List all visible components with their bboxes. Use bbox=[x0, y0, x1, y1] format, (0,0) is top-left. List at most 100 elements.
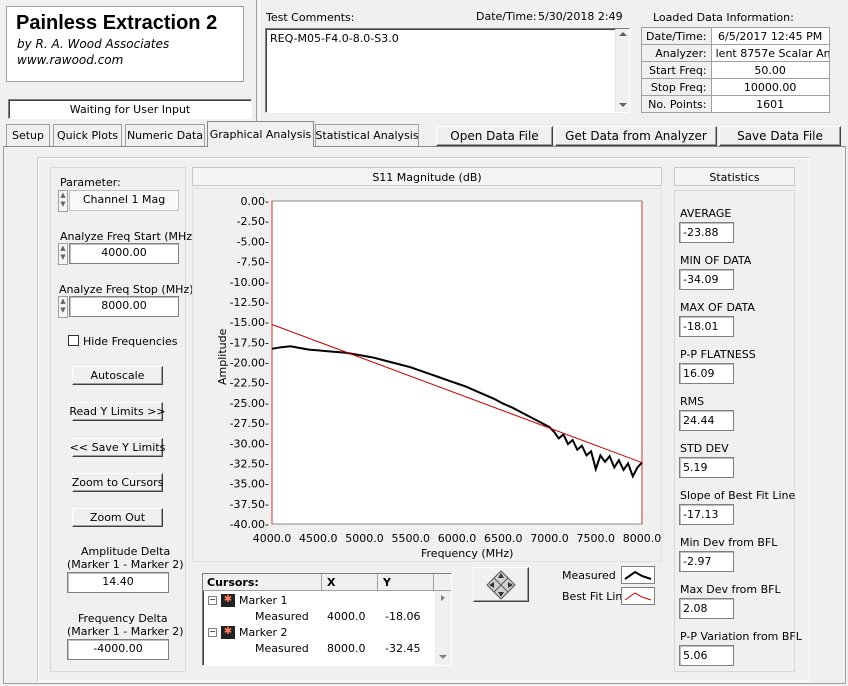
parameter-spinner[interactable]: ▲ ▼ bbox=[58, 190, 68, 212]
x-tick-label: 4000.0 bbox=[253, 532, 292, 545]
y-tick-label: -20.00- bbox=[230, 357, 269, 370]
stat-pp-variation-label: P-P Variation from BFL bbox=[680, 630, 802, 643]
open-data-file-button[interactable]: Open Data File bbox=[436, 126, 553, 146]
plot-area[interactable] bbox=[271, 200, 643, 525]
stat-max-label: MAX OF DATA bbox=[680, 301, 755, 314]
stat-std-dev-value: 5.19 bbox=[679, 457, 734, 478]
read-y-limits-button[interactable]: Read Y Limits >> bbox=[69, 402, 166, 421]
stat-slope-value: -17.13 bbox=[679, 504, 734, 525]
start-freq-spinner[interactable]: ▲ ▼ bbox=[58, 243, 68, 265]
marker1-name[interactable]: Marker 1 bbox=[239, 594, 288, 607]
expand-marker1-icon[interactable]: − bbox=[208, 596, 217, 605]
loaded-key: Stop Freq: bbox=[641, 78, 712, 96]
legend-measured-swatch[interactable] bbox=[621, 566, 655, 584]
app-title: Painless Extraction 2 bbox=[16, 12, 218, 34]
y-tick-label: -32.50- bbox=[230, 457, 269, 470]
stat-min-dev-value: -2.97 bbox=[679, 551, 734, 572]
tab-numeric-data[interactable]: Numeric Data bbox=[125, 124, 205, 146]
chart-title: S11 Magnitude (dB) bbox=[372, 171, 482, 184]
app-author: by R. A. Wood Associates bbox=[17, 37, 170, 51]
y-tick-label: -7.50- bbox=[237, 256, 269, 269]
scroll-down-arrow-icon[interactable] bbox=[619, 103, 627, 107]
marker2-y: -32.45 bbox=[385, 642, 421, 655]
loaded-info-table: Date/Time: 6/5/2017 12:45 PM Analyzer: len… bbox=[641, 27, 830, 113]
parameter-select[interactable]: Channel 1 Mag bbox=[69, 190, 179, 211]
stat-min-label: MIN OF DATA bbox=[680, 254, 752, 267]
loaded-key: No. Points: bbox=[641, 95, 712, 113]
tab-graphical-analysis[interactable]: Graphical Analysis bbox=[207, 121, 314, 147]
autoscale-button[interactable]: Autoscale bbox=[72, 366, 163, 385]
datetime-label: Date/Time: bbox=[476, 10, 537, 23]
y-tick-label: -17.50- bbox=[230, 336, 269, 349]
marker1-x: 4000.0 bbox=[327, 610, 366, 623]
start-freq-input[interactable]: 4000.00 bbox=[69, 243, 179, 264]
zoom-to-cursors-button[interactable]: Zoom to Cursors bbox=[72, 473, 163, 492]
stat-max-dev-value: 2.08 bbox=[679, 598, 734, 619]
stop-freq-input[interactable]: 8000.00 bbox=[69, 296, 179, 317]
stat-average-value: -23.88 bbox=[679, 222, 734, 243]
cursors-header: Cursors: X Y bbox=[203, 574, 451, 591]
y-tick-label: -2.50- bbox=[237, 215, 269, 228]
cursors-header-x: X bbox=[327, 576, 336, 589]
cursors-table[interactable]: Cursors: X Y − ✱ Marker 1 Measured 4000.… bbox=[202, 573, 452, 666]
stat-max-dev-label: Max Dev from BFL bbox=[680, 583, 781, 596]
save-y-limits-button[interactable]: << Save Y Limits bbox=[70, 438, 165, 457]
y-tick-label: -37.50- bbox=[230, 498, 269, 511]
chart-title-bar: S11 Magnitude (dB) bbox=[192, 167, 662, 186]
legend-bestfit-label: Best Fit Line bbox=[562, 590, 630, 603]
stat-rms-value: 24.44 bbox=[679, 410, 734, 431]
marker2-name[interactable]: Marker 2 bbox=[239, 626, 288, 639]
stop-freq-spinner[interactable]: ▲ ▼ bbox=[58, 296, 68, 318]
get-data-from-analyzer-button[interactable]: Get Data from Analyzer bbox=[555, 126, 717, 146]
cursors-header-y: Y bbox=[383, 576, 391, 589]
hide-frequencies-checkbox[interactable] bbox=[68, 335, 79, 346]
y-tick-label: -27.50- bbox=[230, 417, 269, 430]
x-tick-label: 8000.0 bbox=[623, 532, 662, 545]
parameter-label: Parameter: bbox=[60, 176, 121, 189]
comments-textarea[interactable]: REQ-M05-F4.0-8.0-S3.0 bbox=[265, 28, 630, 113]
s11-chart[interactable]: 0.00- -2.50- -5.00- -7.50- -10.00- -12.50- -15… bbox=[193, 189, 663, 563]
scroll-down-arrow-icon[interactable] bbox=[439, 655, 447, 659]
loaded-value: 10000.00 bbox=[710, 78, 830, 96]
scroll-up-arrow-icon[interactable] bbox=[619, 32, 627, 36]
tab-statistical-analysis[interactable]: Statistical Analysis bbox=[315, 124, 419, 146]
x-tick-label: 5000.0 bbox=[345, 532, 384, 545]
save-data-file-button[interactable]: Save Data File bbox=[719, 126, 841, 146]
stat-min-dev-label: Min Dev from BFL bbox=[680, 536, 778, 549]
loaded-row: Stop Freq: 10000.00 bbox=[641, 78, 830, 96]
statistics-title: Statistics bbox=[709, 171, 760, 184]
amp-delta-value: 14.40 bbox=[67, 572, 169, 593]
zoom-out-button[interactable]: Zoom Out bbox=[72, 508, 163, 527]
tab-setup[interactable]: Setup bbox=[6, 124, 50, 146]
hide-frequencies-label: Hide Frequencies bbox=[83, 335, 178, 348]
start-freq-label: Analyze Freq Start (MHz) bbox=[60, 230, 197, 243]
comments-label: Test Comments: bbox=[266, 11, 355, 24]
chart-frame: 0.00- -2.50- -5.00- -7.50- -10.00- -12.50- -15… bbox=[192, 188, 662, 562]
x-tick-label: 4500.0 bbox=[299, 532, 338, 545]
stat-pp-flatness-value: 16.09 bbox=[679, 363, 734, 384]
loaded-key: Date/Time: bbox=[641, 27, 712, 45]
datetime-value: 5/30/2018 2:49 bbox=[538, 10, 623, 23]
stat-max-value: -18.01 bbox=[679, 316, 734, 337]
cursor-move-pad[interactable] bbox=[473, 567, 529, 602]
scroll-right-arrow-icon[interactable] bbox=[441, 595, 445, 601]
y-tick-label: -25.00- bbox=[230, 397, 269, 410]
x-tick-label: 7000.0 bbox=[530, 532, 569, 545]
cursors-scrollbar[interactable] bbox=[435, 591, 451, 665]
y-axis-label: Amplitude bbox=[216, 328, 229, 385]
app-url: www.rawood.com bbox=[17, 53, 124, 67]
y-tick-label: -5.00- bbox=[237, 235, 269, 248]
x-tick-label: 6500.0 bbox=[484, 532, 523, 545]
expand-marker2-icon[interactable]: − bbox=[208, 628, 217, 637]
legend-bestfit-swatch[interactable] bbox=[621, 587, 655, 605]
stat-std-dev-label: STD DEV bbox=[680, 442, 729, 455]
x-tick-label: 7500.0 bbox=[577, 532, 616, 545]
comments-scrollbar[interactable] bbox=[615, 29, 629, 112]
freq-delta-sublabel: (Marker 1 - Marker 2) bbox=[67, 625, 184, 638]
move-diamond-icon[interactable] bbox=[486, 569, 516, 600]
tab-quick-plots[interactable]: Quick Plots bbox=[53, 124, 122, 146]
freq-delta-value: -4000.00 bbox=[67, 639, 169, 660]
legend-measured-label: Measured bbox=[562, 569, 616, 582]
amp-delta-label: Amplitude Delta bbox=[81, 545, 171, 558]
y-tick-label: -30.00- bbox=[230, 437, 269, 450]
